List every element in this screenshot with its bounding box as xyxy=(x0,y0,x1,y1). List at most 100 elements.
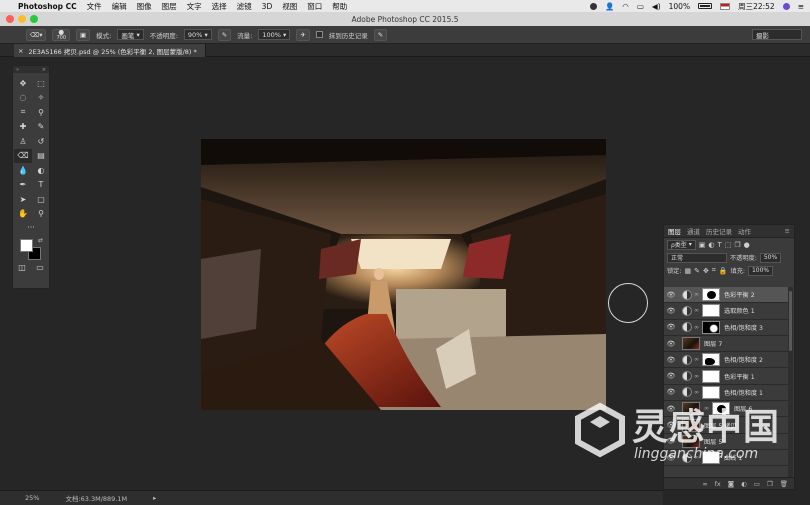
more-tools-icon[interactable]: ··· xyxy=(13,221,49,233)
menu-app-name[interactable]: Photoshop CC xyxy=(18,2,77,11)
lock-transparent-icon[interactable]: ▦ xyxy=(684,267,691,275)
visibility-eye-icon[interactable]: 👁 xyxy=(664,356,678,364)
flag-icon[interactable] xyxy=(720,2,731,10)
menu-item-view[interactable]: 视图 xyxy=(282,1,297,12)
minimize-window-icon[interactable] xyxy=(18,15,26,23)
new-layer-icon[interactable]: ❐ xyxy=(767,480,773,488)
mask-link-icon[interactable]: ∞ xyxy=(694,324,700,331)
pressure-opacity-icon[interactable]: ✎ xyxy=(217,28,232,41)
document-size[interactable]: 文档:63.3M/889.1M xyxy=(65,493,127,503)
adjustment-icon[interactable]: ◐ xyxy=(741,480,747,488)
layer-mask-thumbnail[interactable] xyxy=(702,288,720,302)
tab-history[interactable]: 历史记录 xyxy=(706,226,732,236)
menu-list-icon[interactable]: ≡ xyxy=(798,2,804,11)
menu-item-edit[interactable]: 编辑 xyxy=(112,1,127,12)
mask-link-icon[interactable]: ∞ xyxy=(694,373,700,380)
layer-thumbnail[interactable] xyxy=(682,337,700,351)
healing-brush-tool-icon[interactable]: ✚ xyxy=(14,120,32,135)
wifi-icon[interactable]: ◠ xyxy=(622,2,629,11)
panel-menu-icon[interactable]: ≡ xyxy=(785,227,790,235)
clock[interactable]: 周三22:52 xyxy=(738,1,775,12)
group-icon[interactable]: ▭ xyxy=(754,480,760,488)
filter-shape-icon[interactable]: ⬚ xyxy=(725,241,732,249)
lock-artboard-icon[interactable]: ⌗ xyxy=(712,266,716,275)
menu-item-3d[interactable]: 3D xyxy=(262,2,273,11)
eraser-preset-icon[interactable]: ⌫▾ xyxy=(26,28,47,41)
erase-history-checkbox[interactable] xyxy=(315,31,323,38)
mode-select[interactable]: 画笔 ▾ xyxy=(117,29,144,40)
marquee-tool-icon[interactable]: ⬚ xyxy=(32,76,50,91)
menu-item-file[interactable]: 文件 xyxy=(87,1,102,12)
airplay-icon[interactable]: ▭ xyxy=(637,2,644,11)
clone-stamp-tool-icon[interactable]: ♙ xyxy=(14,134,32,149)
canvas-area[interactable] xyxy=(55,57,662,490)
filter-toggle-icon[interactable]: ● xyxy=(744,241,750,249)
menu-item-window[interactable]: 窗口 xyxy=(307,1,322,12)
tab-channels[interactable]: 通道 xyxy=(687,226,700,236)
trash-icon[interactable]: 🗑 xyxy=(780,480,788,488)
path-select-tool-icon[interactable]: ➤ xyxy=(14,192,32,207)
document-tab[interactable]: × 2E3A5166 拷贝.psd @ 25% (色彩平衡 2, 图层蒙版/8)… xyxy=(14,44,206,57)
airbrush-icon[interactable]: ✈ xyxy=(296,28,310,41)
pen-tool-icon[interactable]: ✒ xyxy=(14,178,32,193)
document-canvas[interactable] xyxy=(201,139,606,410)
tab-layers[interactable]: 图层 xyxy=(668,226,681,236)
layer-row[interactable]: 👁 ∞ 色彩平衡 2 xyxy=(664,287,788,304)
brush-preset-picker[interactable]: ● 700 xyxy=(52,28,71,41)
user-icon[interactable]: 👤 xyxy=(605,2,614,11)
crop-tool-icon[interactable]: ⌗ xyxy=(14,105,32,120)
status-arrow-icon[interactable]: ▸ xyxy=(153,494,156,502)
quick-select-tool-icon[interactable]: ✧ xyxy=(32,91,50,106)
lock-position-icon[interactable]: ✥ xyxy=(703,267,709,275)
fx-icon[interactable]: fx xyxy=(715,480,721,488)
lock-pixels-icon[interactable]: ✎ xyxy=(694,267,700,275)
siri-icon[interactable] xyxy=(782,2,790,10)
panel-close-icon[interactable]: × xyxy=(42,67,46,73)
filter-type-icon[interactable]: T xyxy=(717,241,721,249)
battery-icon[interactable] xyxy=(698,3,713,9)
blend-mode-select[interactable]: 正常 xyxy=(667,252,727,263)
close-window-icon[interactable] xyxy=(6,15,14,23)
visibility-eye-icon[interactable]: 👁 xyxy=(664,372,678,380)
blur-tool-icon[interactable]: 💧 xyxy=(14,163,32,178)
zoom-tool-icon[interactable]: ⚲ xyxy=(32,207,50,222)
record-icon[interactable] xyxy=(589,2,597,10)
layer-row[interactable]: 👁 ∞ 色相/饱和度 3 xyxy=(664,320,788,336)
visibility-eye-icon[interactable]: 👁 xyxy=(664,291,678,299)
screen-mode-icon[interactable]: ▭ xyxy=(36,263,44,272)
menu-item-layer[interactable]: 图层 xyxy=(162,1,177,12)
lock-all-icon[interactable]: 🔒 xyxy=(719,267,728,275)
collapse-icon[interactable]: » xyxy=(16,67,19,73)
tools-panel-grip[interactable]: » × xyxy=(13,66,49,73)
layer-mask-thumbnail[interactable] xyxy=(702,369,720,383)
filter-adjustment-icon[interactable]: ◐ xyxy=(708,241,714,249)
quick-mask-icon[interactable]: ◫ xyxy=(18,263,26,272)
layer-mask-thumbnail[interactable] xyxy=(702,320,720,334)
volume-icon[interactable]: ◀) xyxy=(652,2,661,11)
hand-tool-icon[interactable]: ✋ xyxy=(14,207,32,222)
close-tab-icon[interactable]: × xyxy=(18,47,23,55)
eyedropper-tool-icon[interactable]: ⚲ xyxy=(32,105,50,120)
menu-item-select[interactable]: 选择 xyxy=(212,1,227,12)
swap-colors-icon[interactable]: ⇄ xyxy=(38,237,43,244)
brush-tool-icon[interactable]: ✎ xyxy=(32,120,50,135)
visibility-eye-icon[interactable]: 👁 xyxy=(664,340,678,348)
layer-row[interactable]: 👁 ∞ 色彩平衡 1 xyxy=(664,368,788,385)
menu-item-image[interactable]: 图像 xyxy=(137,1,152,12)
filter-pixel-icon[interactable]: ▣ xyxy=(699,241,706,249)
layer-row[interactable]: 👁 ∞ 色相/饱和度 2 xyxy=(664,352,788,369)
flow-field[interactable]: 100% ▾ xyxy=(258,29,291,40)
history-brush-tool-icon[interactable]: ↺ xyxy=(32,134,50,149)
menu-item-help[interactable]: 帮助 xyxy=(332,1,347,12)
brush-panel-icon[interactable]: ▣ xyxy=(76,28,91,41)
layer-mask-thumbnail[interactable] xyxy=(702,353,720,367)
workspace-select[interactable]: 摄影 xyxy=(752,29,802,40)
zoom-level[interactable]: 25% xyxy=(25,494,39,502)
layer-opacity-field[interactable]: 50% xyxy=(759,252,782,263)
mask-link-icon[interactable]: ∞ xyxy=(694,307,700,314)
dodge-tool-icon[interactable]: ◐ xyxy=(32,163,50,178)
opacity-field[interactable]: 90% ▾ xyxy=(183,29,212,40)
layer-row[interactable]: 👁 ∞ 选取颜色 1 xyxy=(664,303,788,320)
mask-link-icon[interactable]: ∞ xyxy=(694,356,700,363)
mask-link-icon[interactable]: ∞ xyxy=(694,389,700,396)
